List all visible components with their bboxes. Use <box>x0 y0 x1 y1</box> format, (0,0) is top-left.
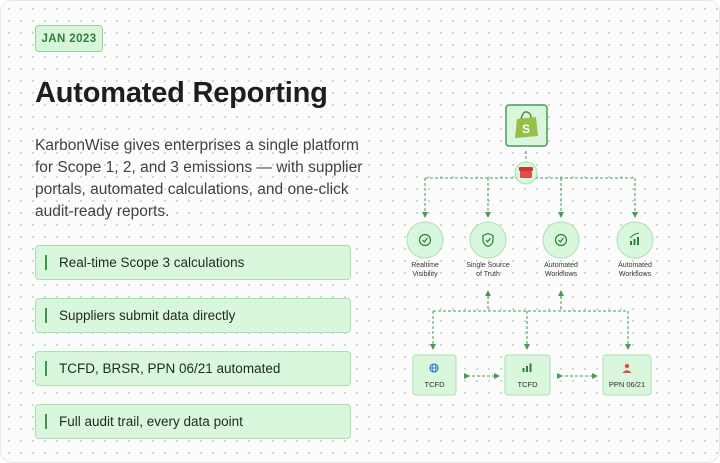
node-label-line: Automated <box>544 262 578 269</box>
bottom-box <box>602 354 652 396</box>
node-label-line: Workflows <box>544 270 578 278</box>
node-label-single-source: Single Source of Truth <box>460 262 516 279</box>
box-label-ppn: PPN 06/21 <box>608 380 646 389</box>
bottom-box <box>504 354 551 396</box>
node-label-line: of Truth <box>476 270 500 278</box>
workflow-diagram: S <box>406 104 654 396</box>
node-label-realtime: Realtime Visibility <box>400 262 450 279</box>
node-label-line: Automated <box>618 262 652 269</box>
bottom-box <box>412 354 457 396</box>
svg-text:S: S <box>522 122 530 136</box>
node-circle <box>469 221 507 259</box>
node-label-line: Workflows <box>618 270 652 278</box>
store-icon <box>519 167 533 178</box>
slide-card: JAN 2023 Automated Reporting KarbonWise … <box>0 0 720 463</box>
node-label-line: Realtime <box>411 262 439 269</box>
box-label-tcfd-2: TCFD <box>517 380 538 389</box>
node-label-automated-workflows-2: Automated Workflows <box>608 262 662 279</box>
node-label-line: Single Source <box>466 262 510 269</box>
node-label-line: Visibility <box>412 270 438 278</box>
node-circle <box>406 221 444 259</box>
connector-lines <box>422 151 638 379</box>
box-label-tcfd: TCFD <box>424 380 445 389</box>
node-label-automated-workflows: Automated Workflows <box>534 262 588 279</box>
node-circle <box>542 221 580 259</box>
